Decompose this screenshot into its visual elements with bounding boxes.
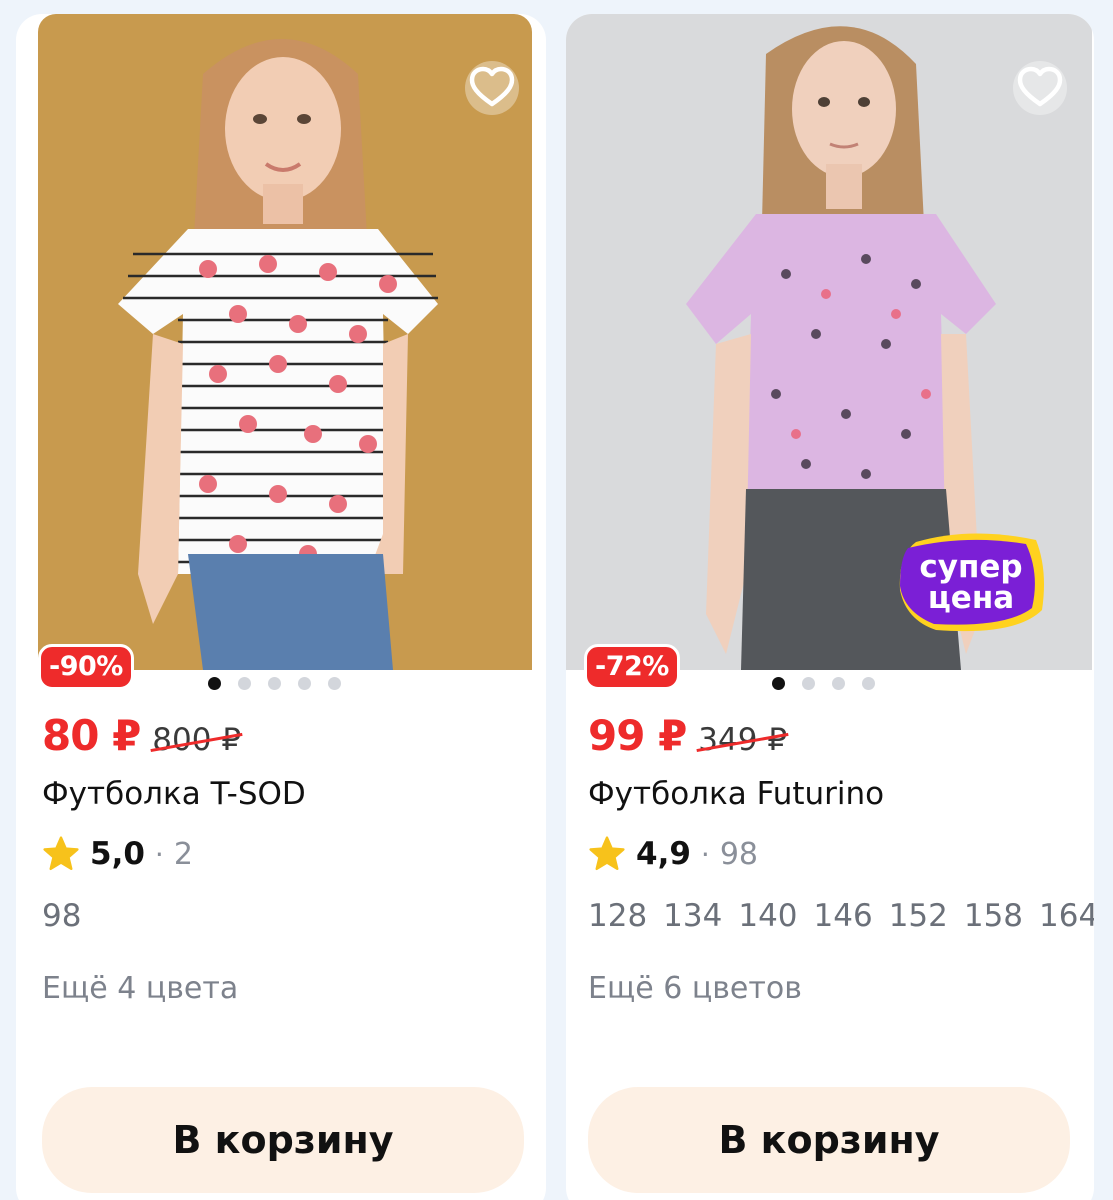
- rating-row: 5,0 · 2: [42, 836, 193, 872]
- size-list: 98: [42, 898, 81, 934]
- size-option: 158: [963, 898, 1024, 934]
- photo-pagination: [772, 677, 875, 690]
- super-price-badge: супер цена: [896, 530, 1046, 638]
- add-to-cart-button[interactable]: В корзину: [42, 1087, 524, 1193]
- size-option: 140: [738, 898, 798, 934]
- photo-pagination: [208, 677, 341, 690]
- size-option: 98: [42, 898, 82, 934]
- product-title[interactable]: Футболка T-SOD: [42, 776, 306, 812]
- size-option: 146: [813, 898, 873, 934]
- review-count: 2: [173, 836, 193, 872]
- product-photo[interactable]: [38, 14, 532, 670]
- current-price: 80 ₽: [42, 711, 141, 760]
- super-price-label: супер цена: [896, 552, 1046, 614]
- favorite-button[interactable]: [1010, 60, 1070, 116]
- add-to-cart-button[interactable]: В корзину: [588, 1087, 1070, 1193]
- more-colors[interactable]: Ещё 6 цветов: [588, 971, 802, 1006]
- rating-row: 4,9 · 98: [588, 836, 758, 872]
- old-price: 349 ₽: [698, 722, 788, 758]
- product-photo-illustration: [38, 14, 532, 670]
- discount-badge: -72%: [584, 644, 680, 690]
- pagination-dot[interactable]: [328, 677, 341, 690]
- discount-badge: -90%: [38, 644, 134, 690]
- size-option: 134: [663, 898, 723, 934]
- heart-outline-icon: [465, 61, 519, 115]
- price-row: 80 ₽ 800 ₽: [42, 711, 241, 760]
- current-price: 99 ₽: [588, 711, 687, 760]
- favorite-button[interactable]: [462, 60, 522, 116]
- size-list: 128 134 140 146 152 158 164: [588, 898, 1094, 934]
- rating-separator: ·: [700, 837, 710, 871]
- rating-separator: ·: [154, 837, 164, 871]
- size-option: 152: [888, 898, 948, 934]
- product-title[interactable]: Футболка Futurino: [588, 776, 884, 812]
- pagination-dot[interactable]: [298, 677, 311, 690]
- rating-value: 5,0: [90, 836, 145, 872]
- product-grid: -90% 80 ₽ 800 ₽ Футболка T-SOD 5,0 · 2 9…: [0, 0, 1113, 1200]
- old-price: 800 ₽: [152, 722, 242, 758]
- product-card[interactable]: супер цена -72% 99 ₽ 349 ₽ Футболка Futu…: [566, 14, 1094, 1200]
- super-price-line2: цена: [927, 580, 1015, 616]
- review-count: 98: [719, 836, 759, 872]
- pagination-dot[interactable]: [832, 677, 845, 690]
- heart-outline-icon: [1013, 61, 1067, 115]
- product-card[interactable]: -90% 80 ₽ 800 ₽ Футболка T-SOD 5,0 · 2 9…: [16, 14, 546, 1200]
- pagination-dot-active[interactable]: [772, 677, 785, 690]
- star-icon: [43, 836, 79, 871]
- pagination-dot-active[interactable]: [208, 677, 221, 690]
- size-option: 128: [588, 898, 648, 934]
- pagination-dot[interactable]: [238, 677, 251, 690]
- pagination-dot[interactable]: [268, 677, 281, 690]
- star-icon: [589, 836, 625, 871]
- super-price-line1: супер: [919, 549, 1023, 585]
- size-option: 164: [1039, 898, 1094, 934]
- pagination-dot[interactable]: [802, 677, 815, 690]
- pagination-dot[interactable]: [862, 677, 875, 690]
- rating-value: 4,9: [636, 836, 691, 872]
- price-row: 99 ₽ 349 ₽: [588, 711, 787, 760]
- more-colors[interactable]: Ещё 4 цвета: [42, 971, 238, 1006]
